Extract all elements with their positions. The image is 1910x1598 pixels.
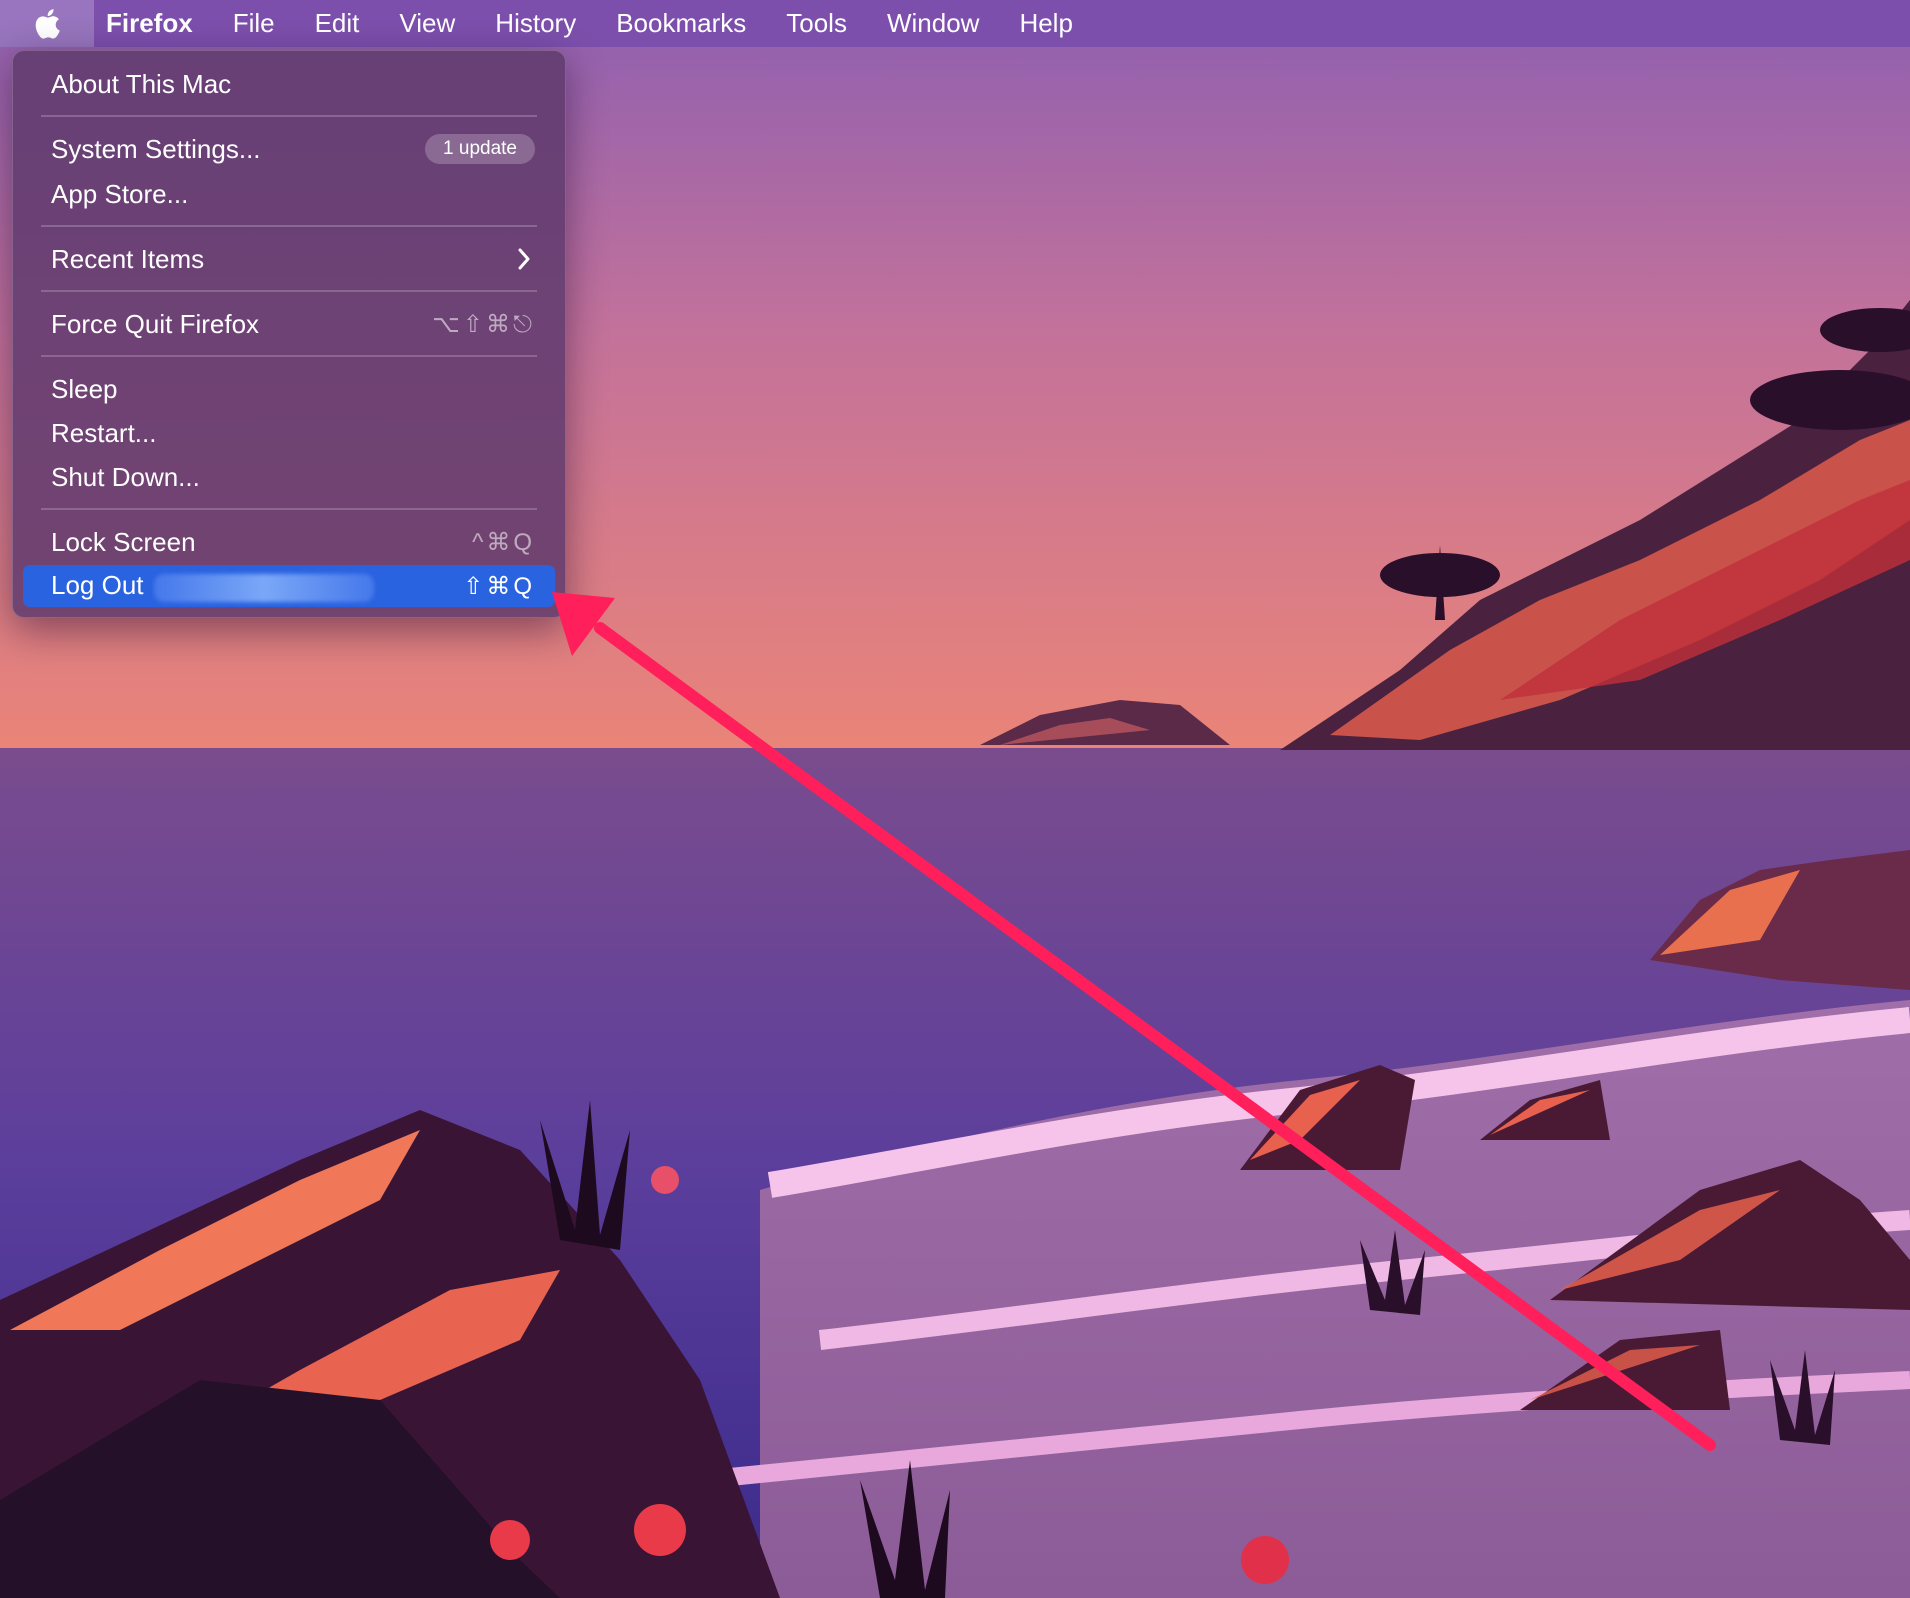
- menu-separator: [41, 355, 537, 357]
- menu-view[interactable]: View: [379, 0, 475, 47]
- menu-item-label: Lock Screen: [51, 526, 196, 557]
- menu-item-label: Restart...: [51, 417, 157, 448]
- menu-item-log-out[interactable]: Log Out ⇧⌘Q: [23, 565, 555, 607]
- apple-dropdown-menu: About This Mac System Settings... 1 upda…: [12, 50, 566, 618]
- apple-menu-button[interactable]: [0, 0, 94, 47]
- redacted-username: [153, 573, 374, 602]
- menu-item-shut-down[interactable]: Shut Down...: [23, 456, 555, 498]
- menu-separator: [41, 225, 537, 227]
- menu-item-label: Force Quit Firefox: [51, 308, 260, 339]
- apple-logo-icon: [35, 8, 60, 39]
- menu-item-label: Sleep: [51, 373, 118, 404]
- update-badge: 1 update: [425, 134, 535, 164]
- menu-edit[interactable]: Edit: [295, 0, 380, 47]
- chevron-right-icon: [518, 248, 530, 270]
- menu-window[interactable]: Window: [867, 0, 999, 47]
- menu-item-label: Log Out: [51, 570, 144, 601]
- menu-item-label: App Store...: [51, 178, 189, 209]
- menu-help[interactable]: Help: [999, 0, 1092, 47]
- menu-item-about-this-mac[interactable]: About This Mac: [23, 63, 555, 105]
- menu-item-system-settings[interactable]: System Settings... 1 update: [23, 128, 555, 170]
- force-quit-shortcut: ⌥⇧⌘⎋: [432, 310, 535, 338]
- menu-item-sleep[interactable]: Sleep: [23, 368, 555, 410]
- menu-tools[interactable]: Tools: [766, 0, 867, 47]
- menu-item-label: System Settings...: [51, 133, 261, 164]
- menu-bookmarks[interactable]: Bookmarks: [596, 0, 766, 47]
- menu-item-label: Recent Items: [51, 243, 205, 274]
- menu-item-recent-items[interactable]: Recent Items: [23, 238, 555, 280]
- menu-firefox[interactable]: Firefox: [94, 0, 213, 47]
- lock-screen-shortcut: ^⌘Q: [472, 528, 535, 556]
- menu-bar: Firefox File Edit View History Bookmarks…: [0, 0, 1910, 47]
- menu-separator: [41, 290, 537, 292]
- menu-history[interactable]: History: [475, 0, 596, 47]
- menu-separator: [41, 508, 537, 510]
- menu-item-restart[interactable]: Restart...: [23, 412, 555, 454]
- menu-separator: [41, 115, 537, 117]
- log-out-shortcut: ⇧⌘Q: [463, 572, 535, 600]
- menu-item-force-quit[interactable]: Force Quit Firefox ⌥⇧⌘⎋: [23, 303, 555, 345]
- menu-item-lock-screen[interactable]: Lock Screen ^⌘Q: [23, 521, 555, 563]
- menu-item-label: Shut Down...: [51, 461, 200, 492]
- menu-item-app-store[interactable]: App Store...: [23, 173, 555, 215]
- menu-item-label: About This Mac: [51, 68, 232, 99]
- menu-file[interactable]: File: [213, 0, 295, 47]
